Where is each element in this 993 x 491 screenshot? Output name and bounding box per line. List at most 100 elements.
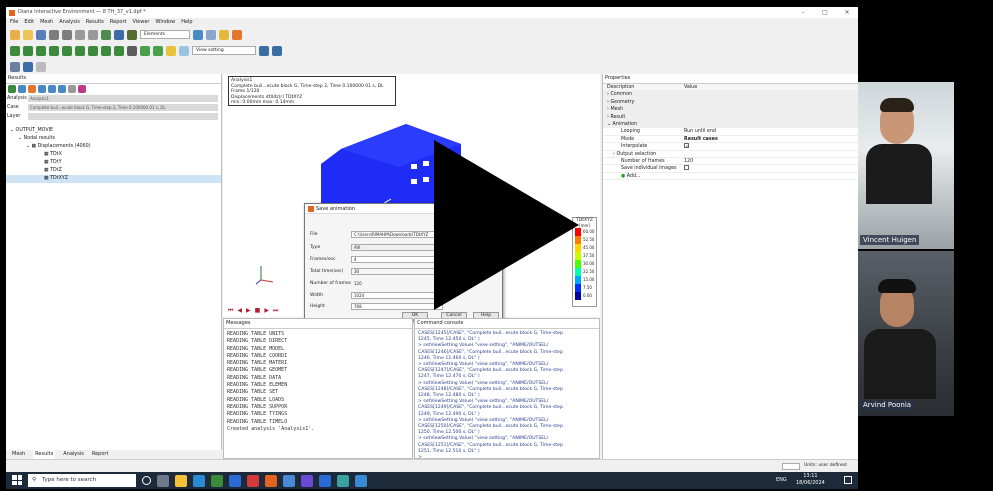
file-explorer-icon[interactable]	[175, 474, 187, 487]
status-field[interactable]	[782, 463, 800, 470]
lock-icon[interactable]	[219, 29, 229, 40]
open-folder-icon[interactable]	[23, 29, 33, 40]
group-geometry[interactable]: › Geometry	[603, 98, 858, 107]
tree-item[interactable]: ⌄ Nodal results	[6, 135, 221, 143]
case-field[interactable]: Complete buil...ecute block G, Time-step…	[28, 104, 218, 111]
property-output-selection[interactable]: › Output selection	[603, 151, 858, 158]
previous-frame-icon[interactable]: ◀	[237, 307, 242, 315]
edge-icon[interactable]	[193, 474, 205, 487]
view-setting-dropdown[interactable]: View setting	[192, 46, 256, 55]
stop-icon[interactable]: ■	[255, 307, 261, 315]
shape-icon[interactable]	[36, 45, 46, 56]
tab-report[interactable]: Report	[92, 450, 109, 459]
mode-dropdown[interactable]: Elements	[140, 30, 190, 39]
menu-edit[interactable]: Edit	[24, 18, 34, 27]
result-icon[interactable]	[38, 85, 46, 93]
shape-icon[interactable]	[49, 45, 59, 56]
tree-item[interactable]: ⌄ OUTPUT_MOVIE	[6, 127, 221, 135]
tree-item[interactable]: ▦ TDtZ	[6, 167, 221, 175]
add-property-button[interactable]: ● Add...	[603, 173, 858, 181]
menu-viewer[interactable]: Viewer	[132, 18, 149, 27]
undo-icon[interactable]	[49, 29, 59, 40]
tree-item[interactable]: ⌄ ▦ Displacements (4060)	[6, 143, 221, 151]
shape-icon[interactable]	[75, 45, 85, 56]
tab-mesh[interactable]: Mesh	[12, 450, 25, 459]
grid-icon[interactable]	[114, 29, 124, 40]
shape-icon[interactable]	[62, 45, 72, 56]
maximize-button[interactable]: □	[814, 7, 836, 18]
pin-icon[interactable]	[23, 61, 33, 72]
tab-results[interactable]: Results	[33, 450, 56, 459]
chrome-icon[interactable]	[283, 474, 295, 487]
last-frame-icon[interactable]: ⏭	[273, 307, 278, 315]
sliders-icon[interactable]	[272, 45, 282, 56]
paste-icon[interactable]	[88, 29, 98, 40]
minimize-button[interactable]: –	[792, 7, 814, 18]
mesh-icon[interactable]	[101, 29, 111, 40]
file-field[interactable]: C:\Users\RIMAHM\Downloads\TDtXYZ	[351, 231, 443, 238]
frames-per-sec-field[interactable]: 4	[351, 256, 443, 263]
tree-item-selected[interactable]: ▦ TDtXYZ	[6, 175, 221, 183]
menu-help[interactable]: Help	[181, 18, 192, 27]
diana-taskbar-icon[interactable]	[265, 474, 277, 487]
result-icon[interactable]	[8, 85, 16, 93]
analysis-field[interactable]: Analysis1	[28, 95, 218, 102]
first-frame-icon[interactable]: ⏮	[228, 307, 233, 315]
interpolate-checkbox[interactable]: ✓	[684, 143, 689, 150]
app-icon[interactable]	[229, 474, 241, 487]
units-indicator[interactable]: Units: user defined	[804, 463, 847, 468]
pencil-icon[interactable]	[10, 61, 20, 72]
move-icon[interactable]	[166, 45, 176, 56]
menu-mesh[interactable]: Mesh	[40, 18, 53, 27]
cortana-icon[interactable]	[142, 476, 151, 485]
app-icon[interactable]	[355, 474, 367, 487]
type-select[interactable]: AVI	[351, 244, 443, 251]
property-save-individual-images[interactable]: Save individual images	[603, 165, 858, 173]
result-icon[interactable]	[58, 85, 66, 93]
save-icon[interactable]	[36, 29, 46, 40]
result-icon[interactable]	[18, 85, 26, 93]
property-number-of-frames[interactable]: Number of frames 120	[603, 158, 858, 166]
clock[interactable]: 13:11 18/06/2024	[796, 473, 825, 487]
play-animation-icon[interactable]	[78, 85, 86, 93]
language-indicator[interactable]: ENG	[776, 477, 787, 483]
tab-analysis[interactable]: Analysis	[63, 450, 84, 459]
taskbar-search[interactable]: ⚲ Type here to search	[28, 474, 136, 487]
shape-icon[interactable]	[23, 45, 33, 56]
cube-icon[interactable]	[232, 29, 242, 40]
new-file-icon[interactable]	[10, 29, 20, 40]
task-view-icon[interactable]	[157, 474, 169, 487]
group-animation[interactable]: ⌄ Animation	[603, 120, 858, 129]
shape-icon[interactable]	[114, 45, 124, 56]
notifications-icon[interactable]	[844, 476, 852, 484]
menu-report[interactable]: Report	[110, 18, 127, 27]
app-icon[interactable]	[337, 474, 349, 487]
result-icon[interactable]	[68, 85, 76, 93]
windows-start-icon[interactable]	[12, 475, 22, 485]
menu-window[interactable]: Window	[155, 18, 175, 27]
play-icon[interactable]: ▶	[246, 307, 251, 315]
select-icon[interactable]	[127, 29, 137, 40]
transform-icon[interactable]	[127, 45, 137, 56]
node-icon[interactable]	[206, 29, 216, 40]
app-icon[interactable]	[247, 474, 259, 487]
save-images-checkbox[interactable]	[684, 165, 689, 171]
teams-icon[interactable]	[301, 474, 313, 487]
word-icon[interactable]	[319, 474, 331, 487]
property-mode[interactable]: Mode Result cases	[603, 136, 858, 144]
tree-item[interactable]: ▦ TDtX	[6, 151, 221, 159]
view-icon[interactable]	[179, 45, 189, 56]
redo-icon[interactable]	[62, 29, 72, 40]
close-button[interactable]: ✕	[836, 7, 858, 18]
group-result[interactable]: › Result	[603, 113, 858, 121]
app-icon[interactable]	[211, 474, 223, 487]
group-mesh[interactable]: › Mesh	[603, 106, 858, 114]
shape-icon[interactable]	[101, 45, 111, 56]
total-time-field[interactable]: 30	[351, 268, 443, 275]
copy-icon[interactable]	[75, 29, 85, 40]
sliders-icon[interactable]	[259, 45, 269, 56]
width-field[interactable]: 1024	[351, 292, 443, 299]
next-frame-icon[interactable]: ▶	[264, 307, 269, 315]
result-icon[interactable]	[28, 85, 36, 93]
menu-analysis[interactable]: Analysis	[59, 18, 80, 27]
